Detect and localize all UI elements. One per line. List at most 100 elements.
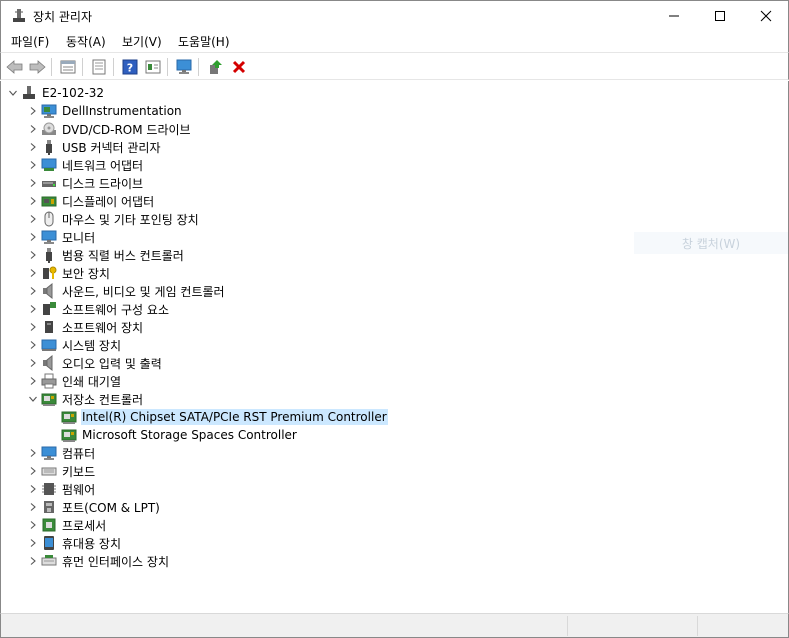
tree-category[interactable]: 소프트웨어 구성 요소 [25,300,169,318]
window-capture-tooltip: 창 캡처(W) [634,232,788,254]
tree-item-label: 네트워크 어댑터 [62,158,144,173]
tree-item-label: 소프트웨어 장치 [62,320,144,335]
tree-category[interactable]: 펌웨어 [25,480,95,498]
expand-chevron-icon[interactable] [25,102,41,120]
update-driver-button[interactable] [205,57,225,77]
tree-category[interactable]: 포트(COM & LPT) [25,498,160,516]
status-cell [567,616,698,636]
tree-item-label: 시스템 장치 [62,338,122,353]
storage-controller-icon [61,427,77,443]
minimize-button[interactable] [651,1,697,31]
storage-controller-icon [61,409,77,425]
tree-category[interactable]: 모니터 [25,228,95,246]
help-icon: ? [122,59,138,75]
menu-help[interactable]: 도움말(H) [178,33,230,50]
expand-chevron-icon[interactable] [25,462,41,480]
expand-chevron-icon[interactable] [25,336,41,354]
close-button[interactable] [743,1,789,31]
expand-chevron-icon[interactable] [25,444,41,462]
tree-item-label: 인쇄 대기열 [62,374,122,389]
close-icon [760,10,772,22]
toolbar-separator [113,58,114,76]
properties-button[interactable] [58,57,78,77]
menu-action[interactable]: 동작(A) [66,33,106,50]
tree-category[interactable]: USB 커넥터 관리자 [25,138,161,156]
usb-icon [41,247,57,263]
monitor-green-icon [41,103,57,119]
tree-category[interactable]: 인쇄 대기열 [25,372,121,390]
expand-chevron-icon[interactable] [25,300,41,318]
tree-item-label: 휴먼 인터페이스 장치 [62,554,169,569]
menu-view[interactable]: 보기(V) [122,33,162,50]
tree-category[interactable]: 소프트웨어 장치 [25,318,143,336]
scan-hardware-button[interactable] [174,57,194,77]
list-button[interactable] [89,57,109,77]
tree-category[interactable]: 시스템 장치 [25,336,121,354]
expand-chevron-icon[interactable] [25,192,41,210]
tree-category[interactable]: 디스크 드라이브 [25,174,143,192]
expand-chevron-icon[interactable] [25,552,41,570]
tree-device[interactable]: Microsoft Storage Spaces Controller [45,426,297,444]
expand-chevron-icon[interactable] [25,318,41,336]
tree-category[interactable]: 컴퓨터 [25,444,95,462]
expand-chevron-icon[interactable] [25,534,41,552]
expand-chevron-icon[interactable] [25,156,41,174]
tree-category[interactable]: 키보드 [25,462,95,480]
keyboard-icon [41,463,57,479]
expand-chevron-icon[interactable] [25,228,41,246]
tree-category[interactable]: 디스플레이 어댑터 [25,192,154,210]
tree-category[interactable]: 범용 직렬 버스 컨트롤러 [25,246,184,264]
expand-chevron-icon[interactable] [25,120,41,138]
collapse-chevron-icon[interactable] [5,84,21,102]
expand-chevron-icon[interactable] [25,354,41,372]
expand-chevron-icon[interactable] [25,516,41,534]
tree-category[interactable]: 오디오 입력 및 출력 [25,354,162,372]
tree-category[interactable]: DellInstrumentation [25,102,182,120]
tree-category[interactable]: 프로세서 [25,516,106,534]
tree-item-label: 저장소 컨트롤러 [62,392,144,407]
expand-chevron-icon[interactable] [25,210,41,228]
details-button[interactable] [143,57,163,77]
menu-file[interactable]: 파일(F) [11,33,49,50]
tree-root-node[interactable]: E2-102-32 [5,84,104,102]
tree-item-label: 컴퓨터 [62,446,96,461]
expand-chevron-icon[interactable] [25,246,41,264]
tree-category[interactable]: 네트워크 어댑터 [25,156,143,174]
expand-chevron-icon[interactable] [25,480,41,498]
usb-icon [41,139,57,155]
expand-chevron-icon[interactable] [25,174,41,192]
software-device-icon [41,319,57,335]
back-button[interactable] [5,57,25,77]
tree-device[interactable]: Intel(R) Chipset SATA/PCIe RST Premium C… [45,408,388,426]
list-icon [92,59,106,75]
expand-chevron-icon[interactable] [25,372,41,390]
maximize-button[interactable] [697,1,743,31]
help-button[interactable]: ? [120,57,140,77]
tree-category[interactable]: 휴먼 인터페이스 장치 [25,552,169,570]
tree-item-label: 프로세서 [62,518,107,533]
remove-device-button[interactable] [229,57,249,77]
collapse-chevron-icon[interactable] [25,390,41,408]
tree-category[interactable]: 마우스 및 기타 포인팅 장치 [25,210,199,228]
minimize-icon [669,15,679,17]
expand-chevron-icon[interactable] [25,264,41,282]
tree-category[interactable]: 보안 장치 [25,264,110,282]
storage-controller-icon [41,391,57,407]
tree-item-label: 키보드 [62,464,96,479]
hid-icon [41,553,57,569]
forward-button[interactable] [27,57,47,77]
tree-category[interactable]: 저장소 컨트롤러 [25,390,143,408]
tree-category[interactable]: 휴대용 장치 [25,534,121,552]
tree-item-label: 펌웨어 [62,482,96,497]
speaker-icon [41,282,57,300]
tree-category[interactable]: DVD/CD-ROM 드라이브 [25,120,191,138]
tree-category[interactable]: 사운드, 비디오 및 게임 컨트롤러 [25,282,225,300]
expand-chevron-icon[interactable] [25,138,41,156]
tree-item-label: 범용 직렬 버스 컨트롤러 [62,248,184,263]
svg-text:?: ? [127,62,133,75]
update-driver-icon [210,60,222,74]
expand-chevron-icon[interactable] [25,282,41,300]
expand-chevron-icon[interactable] [25,498,41,516]
